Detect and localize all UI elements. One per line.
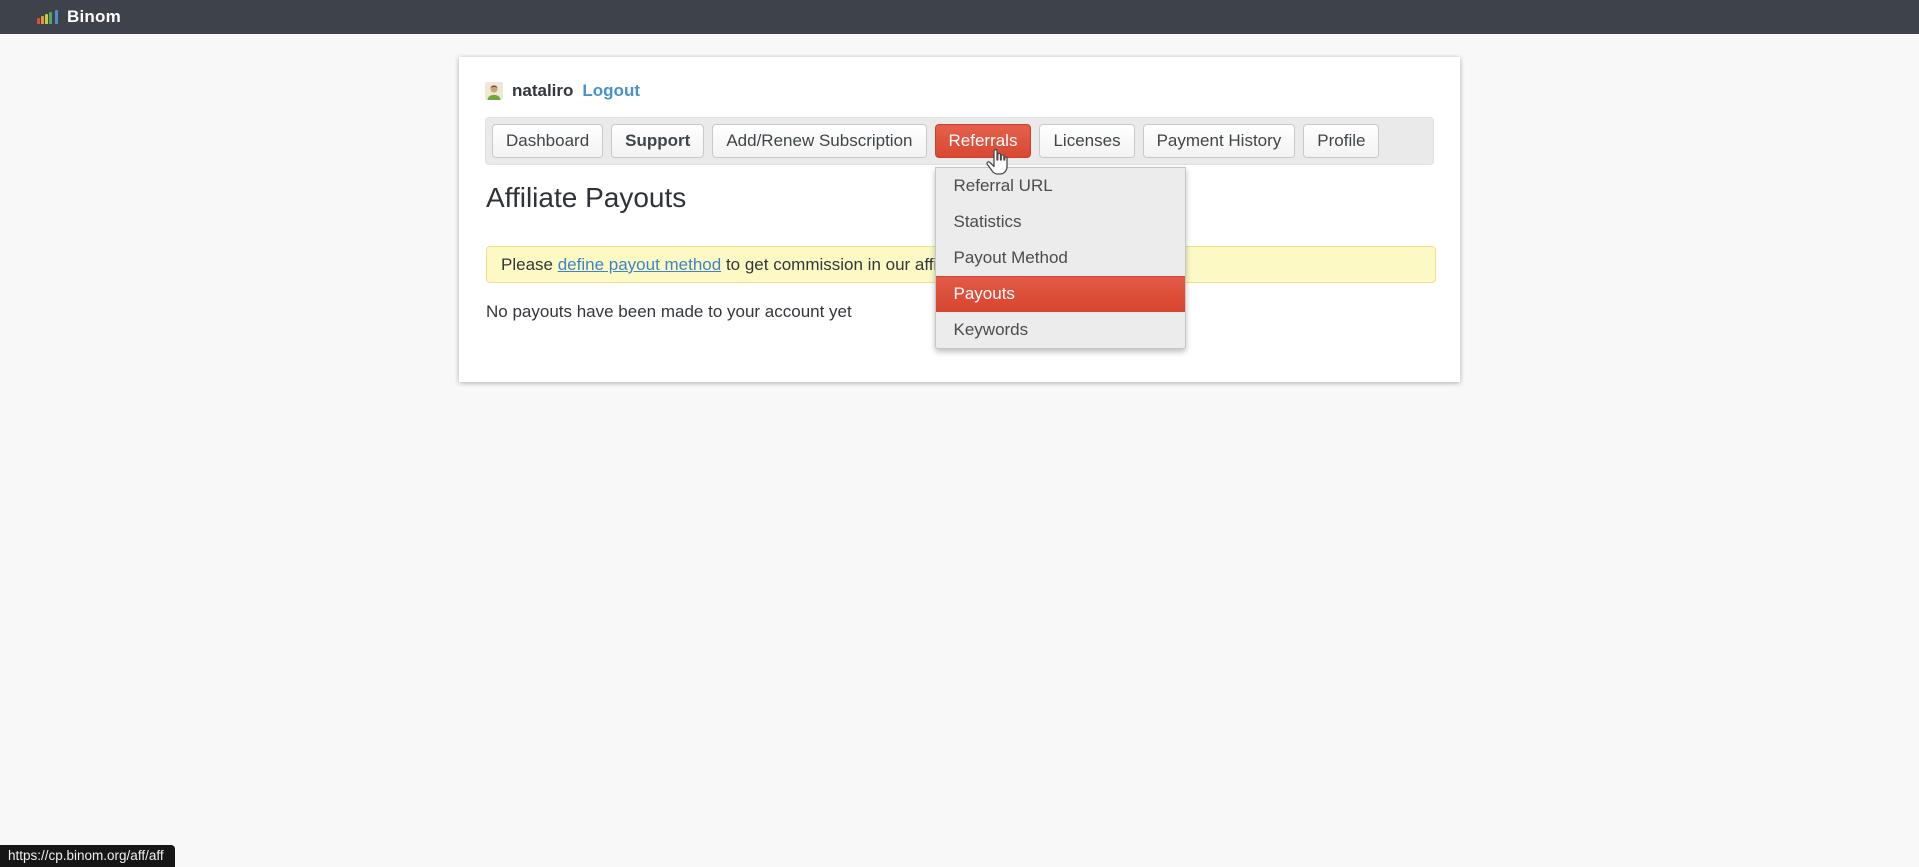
user-row: nataliro Logout (485, 81, 640, 101)
tab-referrals[interactable]: Referrals (935, 124, 1032, 158)
referrals-tab-wrap: Referrals Referral URL Statistics Payout… (935, 124, 1032, 158)
bar-chart-icon (37, 10, 58, 24)
brand-logo[interactable]: Binom (37, 7, 121, 27)
menu-item-statistics[interactable]: Statistics (936, 204, 1185, 240)
menu-item-payouts[interactable]: Payouts (936, 276, 1185, 312)
main-card: nataliro Logout Dashboard Support Add/Re… (459, 57, 1460, 382)
menu-item-keywords[interactable]: Keywords (936, 312, 1185, 348)
tab-support[interactable]: Support (611, 124, 704, 158)
menu-item-payout-method[interactable]: Payout Method (936, 240, 1185, 276)
tab-payment-history[interactable]: Payment History (1143, 124, 1296, 158)
top-bar: Binom (0, 0, 1919, 34)
tab-add-renew-subscription[interactable]: Add/Renew Subscription (712, 124, 926, 158)
username: nataliro (512, 81, 573, 101)
define-payout-method-link[interactable]: define payout method (558, 255, 722, 274)
nav-tabbar: Dashboard Support Add/Renew Subscription… (485, 117, 1434, 165)
notice-text-prefix: Please (501, 255, 558, 274)
logout-link[interactable]: Logout (582, 81, 640, 101)
page-title: Affiliate Payouts (486, 182, 686, 214)
tab-profile[interactable]: Profile (1303, 124, 1379, 158)
tab-licenses[interactable]: Licenses (1039, 124, 1134, 158)
user-avatar (485, 82, 503, 100)
link-preview-statusbar: https://cp.binom.org/aff/aff (0, 845, 175, 867)
notice-text-suffix: to get commission in our affilia (721, 255, 954, 274)
referrals-dropdown-menu: Referral URL Statistics Payout Method Pa… (935, 167, 1186, 349)
tab-dashboard[interactable]: Dashboard (492, 124, 603, 158)
menu-item-referral-url[interactable]: Referral URL (936, 168, 1185, 204)
empty-payouts-message: No payouts have been made to your accoun… (486, 302, 852, 322)
brand-name: Binom (67, 7, 121, 27)
